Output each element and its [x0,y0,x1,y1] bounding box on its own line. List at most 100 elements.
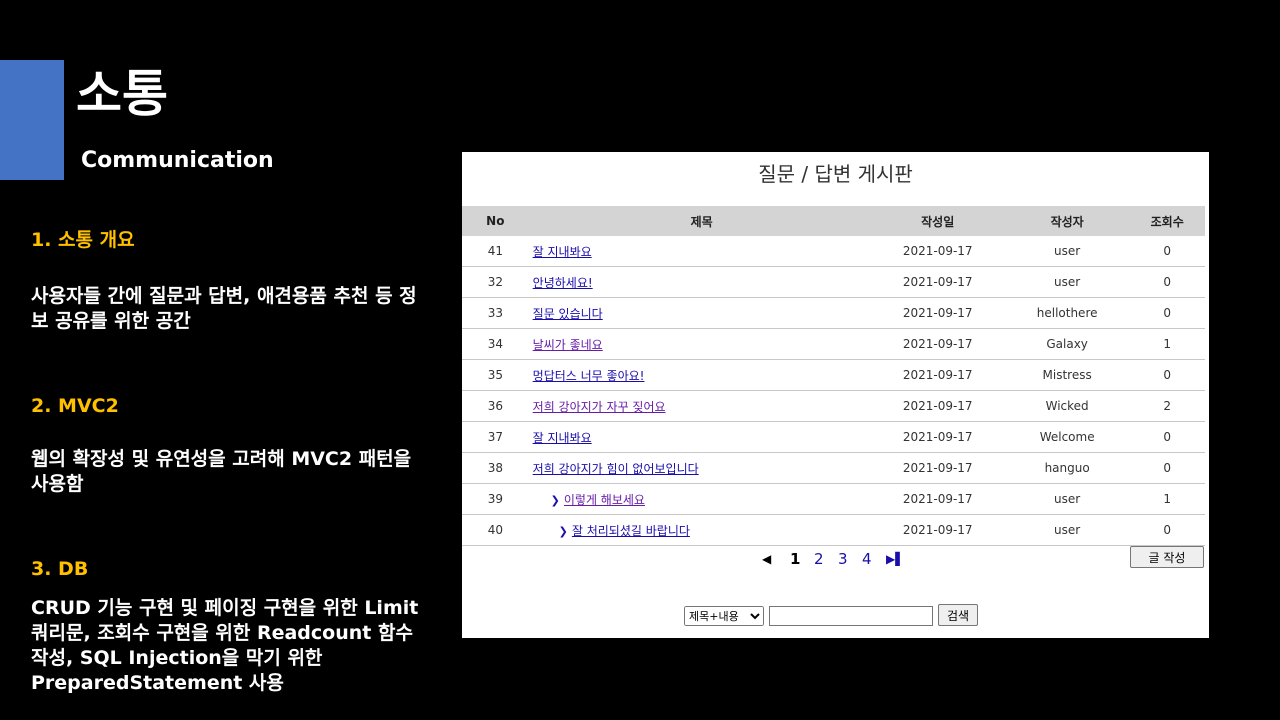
post-title-cell: 저희 강아지가 자꾸 짖어요 [528,390,871,422]
page-link-1[interactable]: 1 [790,548,800,570]
post-title-link[interactable]: 멍답터스 너무 좋아요! [533,369,645,383]
post-author: user [1004,266,1130,298]
column-header-date: 작성일 [870,206,1005,236]
post-views: 1 [1129,328,1205,360]
post-title-link[interactable]: 잘 지내봐요 [533,431,592,445]
post-date: 2021-09-17 [870,452,1005,484]
post-table: No 제목 작성일 작성자 조회수 41 잘 지내봐요 2021-09-17 user… [462,206,1205,546]
title-wrap: 저희 강아지가 자꾸 짖어요 [533,400,666,414]
post-title-cell: 멍답터스 너무 좋아요! [528,359,871,391]
title-wrap: ❯ 이렇게 해보세요 [533,491,645,508]
post-date: 2021-09-17 [870,236,1005,267]
triangle-left-icon[interactable]: ◀ [762,548,771,570]
title-wrap: 안녕하세요! [533,276,593,290]
table-row: 40 ❯ 잘 처리되셨길 바랍니다 2021-09-17 user 0 [462,514,1205,546]
post-date: 2021-09-17 [870,359,1005,391]
post-views: 0 [1129,236,1205,267]
title-wrap: 질문 있습니다 [533,307,603,321]
post-number: 34 [462,328,529,360]
post-title-cell: 날씨가 좋네요 [528,328,871,360]
post-title-cell: 잘 지내봐요 [528,236,871,267]
accent-bar [0,60,64,180]
post-number: 36 [462,390,529,422]
post-views: 2 [1129,390,1205,422]
post-author: user [1004,236,1130,267]
title-wrap: 잘 지내봐요 [533,431,592,445]
section-body-overview: 사용자들 간에 질문과 답변, 애견용품 추천 등 정보 공유를 위한 공간 [31,285,417,332]
section-body-mvc2: 웹의 확장성 및 유연성을 고려해 MVC2 패턴을 사용함 [31,448,412,495]
column-header-views: 조회수 [1129,206,1205,236]
post-author: user [1004,483,1130,515]
board-title: 질문 / 답변 게시판 [758,162,913,186]
table-row: 41 잘 지내봐요 2021-09-17 user 0 [462,236,1205,267]
table-row: 38 저희 강아지가 힘이 없어보입니다 2021-09-17 hanguo 0 [462,452,1205,484]
post-number: 37 [462,421,529,453]
post-date: 2021-09-17 [870,297,1005,329]
table-row: 32 안녕하세요! 2021-09-17 user 0 [462,266,1205,298]
section-heading-db: 3. DB [31,558,89,580]
post-author: Mistress [1004,359,1130,391]
post-title-link[interactable]: 이렇게 해보세요 [564,493,645,507]
post-views: 1 [1129,483,1205,515]
table-row: 33 질문 있습니다 2021-09-17 hellothere 0 [462,297,1205,329]
title-wrap: ❯ 잘 처리되셨길 바랍니다 [533,522,690,539]
table-row: 34 날씨가 좋네요 2021-09-17 Galaxy 1 [462,328,1205,360]
post-date: 2021-09-17 [870,328,1005,360]
post-title-cell: ❯ 이렇게 해보세요 [528,483,871,515]
qa-board-screenshot: 질문 / 답변 게시판 No 제목 작성일 작성자 조회수 41 잘 지내봐요 20… [462,152,1209,638]
post-author: hellothere [1004,297,1130,329]
post-date: 2021-09-17 [870,266,1005,298]
pagination: ◀ 1 2 3 4 ▶▌ [752,548,922,572]
post-title-cell: 질문 있습니다 [528,297,871,329]
column-header-title: 제목 [528,206,871,236]
section-heading-overview: 1. 소통 개요 [31,229,135,251]
post-title-link[interactable]: 안녕하세요! [533,276,593,290]
title-wrap: 멍답터스 너무 좋아요! [533,369,645,383]
post-title-link[interactable]: 저희 강아지가 자꾸 짖어요 [533,400,666,414]
post-views: 0 [1129,297,1205,329]
write-post-button[interactable]: 글 작성 [1130,546,1204,568]
post-title-link[interactable]: 날씨가 좋네요 [533,338,603,352]
post-author: Galaxy [1004,328,1130,360]
post-views: 0 [1129,359,1205,391]
post-views: 0 [1129,514,1205,546]
table-row: 35 멍답터스 너무 좋아요! 2021-09-17 Mistress 0 [462,359,1205,391]
post-number: 39 [462,483,529,515]
search-input[interactable] [769,606,933,626]
table-row: 39 ❯ 이렇게 해보세요 2021-09-17 user 1 [462,483,1205,515]
title-wrap: 잘 지내봐요 [533,245,592,259]
post-title-link[interactable]: 저희 강아지가 힘이 없어보입니다 [533,462,699,476]
post-number: 38 [462,452,529,484]
post-views: 0 [1129,421,1205,453]
table-row: 36 저희 강아지가 자꾸 짖어요 2021-09-17 Wicked 2 [462,390,1205,422]
post-date: 2021-09-17 [870,390,1005,422]
table-row: 37 잘 지내봐요 2021-09-17 Welcome 0 [462,421,1205,453]
post-title-link[interactable]: 질문 있습니다 [533,307,603,321]
column-header-no: No [462,206,529,236]
page-link-2[interactable]: 2 [814,548,824,570]
post-title-link[interactable]: 잘 지내봐요 [533,245,592,259]
triangle-right-icon[interactable]: ▶▌ [886,548,904,570]
post-date: 2021-09-17 [870,421,1005,453]
post-views: 0 [1129,266,1205,298]
post-title-cell: 안녕하세요! [528,266,871,298]
post-author: hanguo [1004,452,1130,484]
search-button[interactable]: 검색 [938,604,978,626]
post-title-cell: 잘 지내봐요 [528,421,871,453]
column-header-author: 작성자 [1004,206,1130,236]
post-title-cell: ❯ 잘 처리되셨길 바랍니다 [528,514,871,546]
post-title-link[interactable]: 잘 처리되셨길 바랍니다 [572,524,690,538]
post-number: 40 [462,514,529,546]
page-link-3[interactable]: 3 [838,548,848,570]
post-title-cell: 저희 강아지가 힘이 없어보입니다 [528,452,871,484]
table-header-row: No 제목 작성일 작성자 조회수 [462,206,1205,236]
post-views: 0 [1129,452,1205,484]
post-author: Wicked [1004,390,1130,422]
page-link-4[interactable]: 4 [862,548,872,570]
post-number: 41 [462,236,529,267]
section-heading-mvc2: 2. MVC2 [31,395,119,417]
slide-subtitle: Communication [81,148,274,173]
title-wrap: 저희 강아지가 힘이 없어보입니다 [533,462,699,476]
search-type-select[interactable]: 제목+내용 [684,606,764,626]
post-date: 2021-09-17 [870,514,1005,546]
